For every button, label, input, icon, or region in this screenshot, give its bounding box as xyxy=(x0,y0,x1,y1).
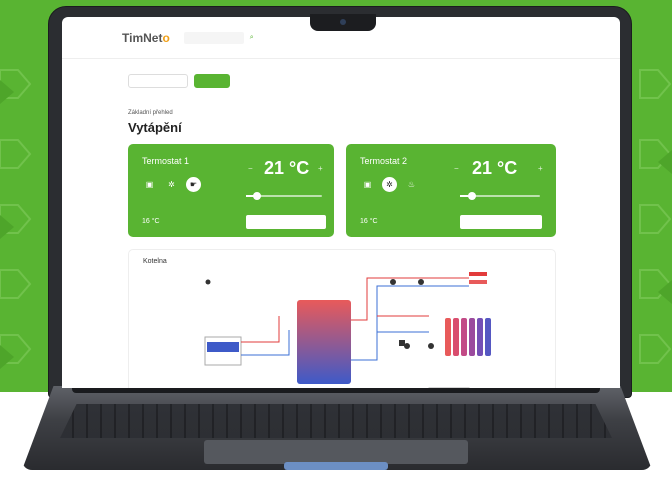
heating-schematic xyxy=(204,272,491,388)
trackpad xyxy=(204,440,468,464)
snowflake-icon[interactable]: ✲ xyxy=(382,177,397,192)
slider-knob[interactable] xyxy=(253,192,262,200)
radiator-bank[interactable] xyxy=(445,318,491,356)
boiler-display xyxy=(207,342,239,352)
storage-tank[interactable] xyxy=(297,300,351,384)
page-title: Vytápění xyxy=(128,120,182,135)
page-subtitle: Základní přehled xyxy=(128,110,173,116)
boiler-room-panel: Kotelna xyxy=(128,249,556,388)
app-logo[interactable]: TimNeto xyxy=(122,31,170,45)
slider-knob[interactable] xyxy=(468,192,476,200)
search-icon[interactable]: ⌕ xyxy=(250,34,254,42)
mode-switch: ▣ ✲ ☛ xyxy=(142,177,201,192)
laptop-hinge xyxy=(72,388,600,393)
keyboard xyxy=(60,404,612,438)
increase-button[interactable]: + xyxy=(538,164,543,173)
radiator-top[interactable] xyxy=(469,272,487,284)
hand-icon[interactable]: ☛ xyxy=(186,177,201,192)
decrease-button[interactable]: − xyxy=(454,164,459,173)
hand-icon[interactable]: ♨ xyxy=(404,177,419,192)
search-input[interactable] xyxy=(183,31,244,44)
sensor-icon xyxy=(205,279,211,285)
pump-icon[interactable] xyxy=(428,343,434,349)
valve-icon[interactable] xyxy=(399,340,405,346)
level-slider[interactable] xyxy=(460,192,540,200)
view-tabs xyxy=(128,74,230,88)
tab-2[interactable] xyxy=(194,74,230,88)
thermostat-card-2: Termostat 2 ▣ ✲ ♨ 16 °C − 21 °C + xyxy=(346,144,556,237)
thermostat-card-1: Termostat 1 ▣ ✲ ☛ 16 °C − 21 °C + xyxy=(128,144,334,237)
tab-1[interactable] xyxy=(128,74,188,88)
measured-temperature: 16 °C xyxy=(142,218,160,225)
trackpad-light xyxy=(284,462,388,470)
pump-icon[interactable] xyxy=(390,279,396,285)
thermostat-name: Termostat 2 xyxy=(360,156,408,166)
level-slider[interactable] xyxy=(246,192,322,200)
laptop-screen: TimNeto ⌕ Základní přehled Vytápění Term… xyxy=(62,17,620,388)
setpoint-value: 21 °C xyxy=(472,158,518,178)
pump-icon[interactable] xyxy=(418,279,424,285)
sun-icon[interactable]: ▣ xyxy=(142,177,157,192)
mode-switch: ▣ ✲ ♨ xyxy=(360,177,419,192)
thermostat-action-button[interactable] xyxy=(246,215,326,229)
increase-button[interactable]: + xyxy=(318,164,323,173)
thermostat-name: Termostat 1 xyxy=(142,156,190,166)
camera-notch xyxy=(310,14,376,31)
measured-temperature: 16 °C xyxy=(360,218,378,225)
decrease-button[interactable]: − xyxy=(248,164,253,173)
sun-icon[interactable]: ▣ xyxy=(360,177,375,192)
setpoint-value: 21 °C xyxy=(264,158,310,178)
camera-icon xyxy=(340,19,346,25)
thermostat-action-button[interactable] xyxy=(460,215,542,229)
snowflake-icon[interactable]: ✲ xyxy=(164,177,179,192)
